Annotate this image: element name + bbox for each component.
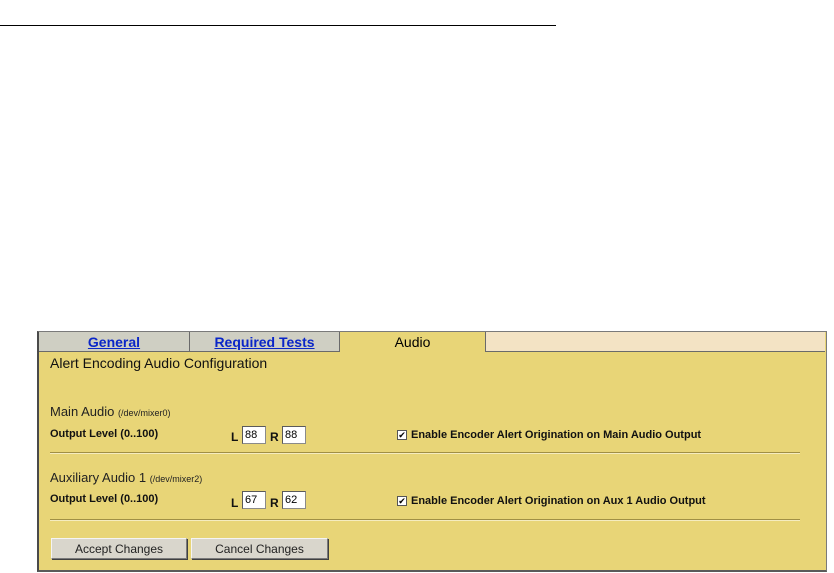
accept-changes-button[interactable]: Accept Changes bbox=[51, 538, 187, 559]
audio-config-panel: General Required Tests Audio Alert Encod… bbox=[37, 331, 827, 572]
top-divider-line bbox=[0, 25, 556, 26]
main-left-level-input[interactable] bbox=[242, 426, 266, 444]
section-divider bbox=[50, 452, 800, 454]
tab-required-tests-label[interactable]: Required Tests bbox=[214, 334, 314, 350]
main-audio-device: (/dev/mixer0) bbox=[117, 408, 171, 418]
page-heading: Alert Encoding Audio Configuration bbox=[50, 355, 268, 371]
aux-audio-device: (/dev/mixer2) bbox=[149, 474, 203, 484]
tab-bar: General Required Tests Audio bbox=[39, 332, 825, 352]
aux-left-label: L bbox=[231, 496, 239, 510]
tab-bar-filler bbox=[486, 332, 825, 352]
aux-audio-title: Auxiliary Audio 1 (/dev/mixer2) bbox=[50, 470, 202, 485]
tab-general-label[interactable]: General bbox=[88, 334, 140, 350]
main-enable-checkbox[interactable]: ✔ bbox=[397, 430, 407, 440]
section-divider bbox=[50, 519, 800, 521]
tab-required-tests[interactable]: Required Tests bbox=[190, 332, 340, 352]
aux-left-level-input[interactable] bbox=[242, 491, 266, 509]
main-output-level-label: Output Level (0..100) bbox=[50, 428, 159, 440]
main-audio-title-text: Main Audio bbox=[50, 404, 115, 419]
main-right-label: R bbox=[270, 430, 279, 444]
main-left-label: L bbox=[231, 430, 239, 444]
aux-enable-label: Enable Encoder Alert Origination on Aux … bbox=[411, 495, 706, 507]
tab-audio[interactable]: Audio bbox=[340, 332, 486, 352]
aux-enable-checkbox[interactable]: ✔ bbox=[397, 496, 407, 506]
aux-audio-title-text: Auxiliary Audio 1 bbox=[50, 470, 147, 485]
main-enable-label: Enable Encoder Alert Origination on Main… bbox=[411, 429, 702, 441]
main-enable-origination[interactable]: ✔ Enable Encoder Alert Origination on Ma… bbox=[397, 429, 701, 441]
tab-audio-label: Audio bbox=[394, 334, 431, 350]
aux-output-level-label: Output Level (0..100) bbox=[50, 493, 159, 505]
main-audio-title: Main Audio (/dev/mixer0) bbox=[50, 404, 170, 419]
aux-right-level-input[interactable] bbox=[282, 491, 306, 509]
main-right-level-input[interactable] bbox=[282, 426, 306, 444]
cancel-changes-button[interactable]: Cancel Changes bbox=[191, 538, 328, 559]
aux-right-label: R bbox=[270, 496, 279, 510]
aux-enable-origination[interactable]: ✔ Enable Encoder Alert Origination on Au… bbox=[397, 495, 706, 507]
tab-general[interactable]: General bbox=[39, 332, 190, 352]
